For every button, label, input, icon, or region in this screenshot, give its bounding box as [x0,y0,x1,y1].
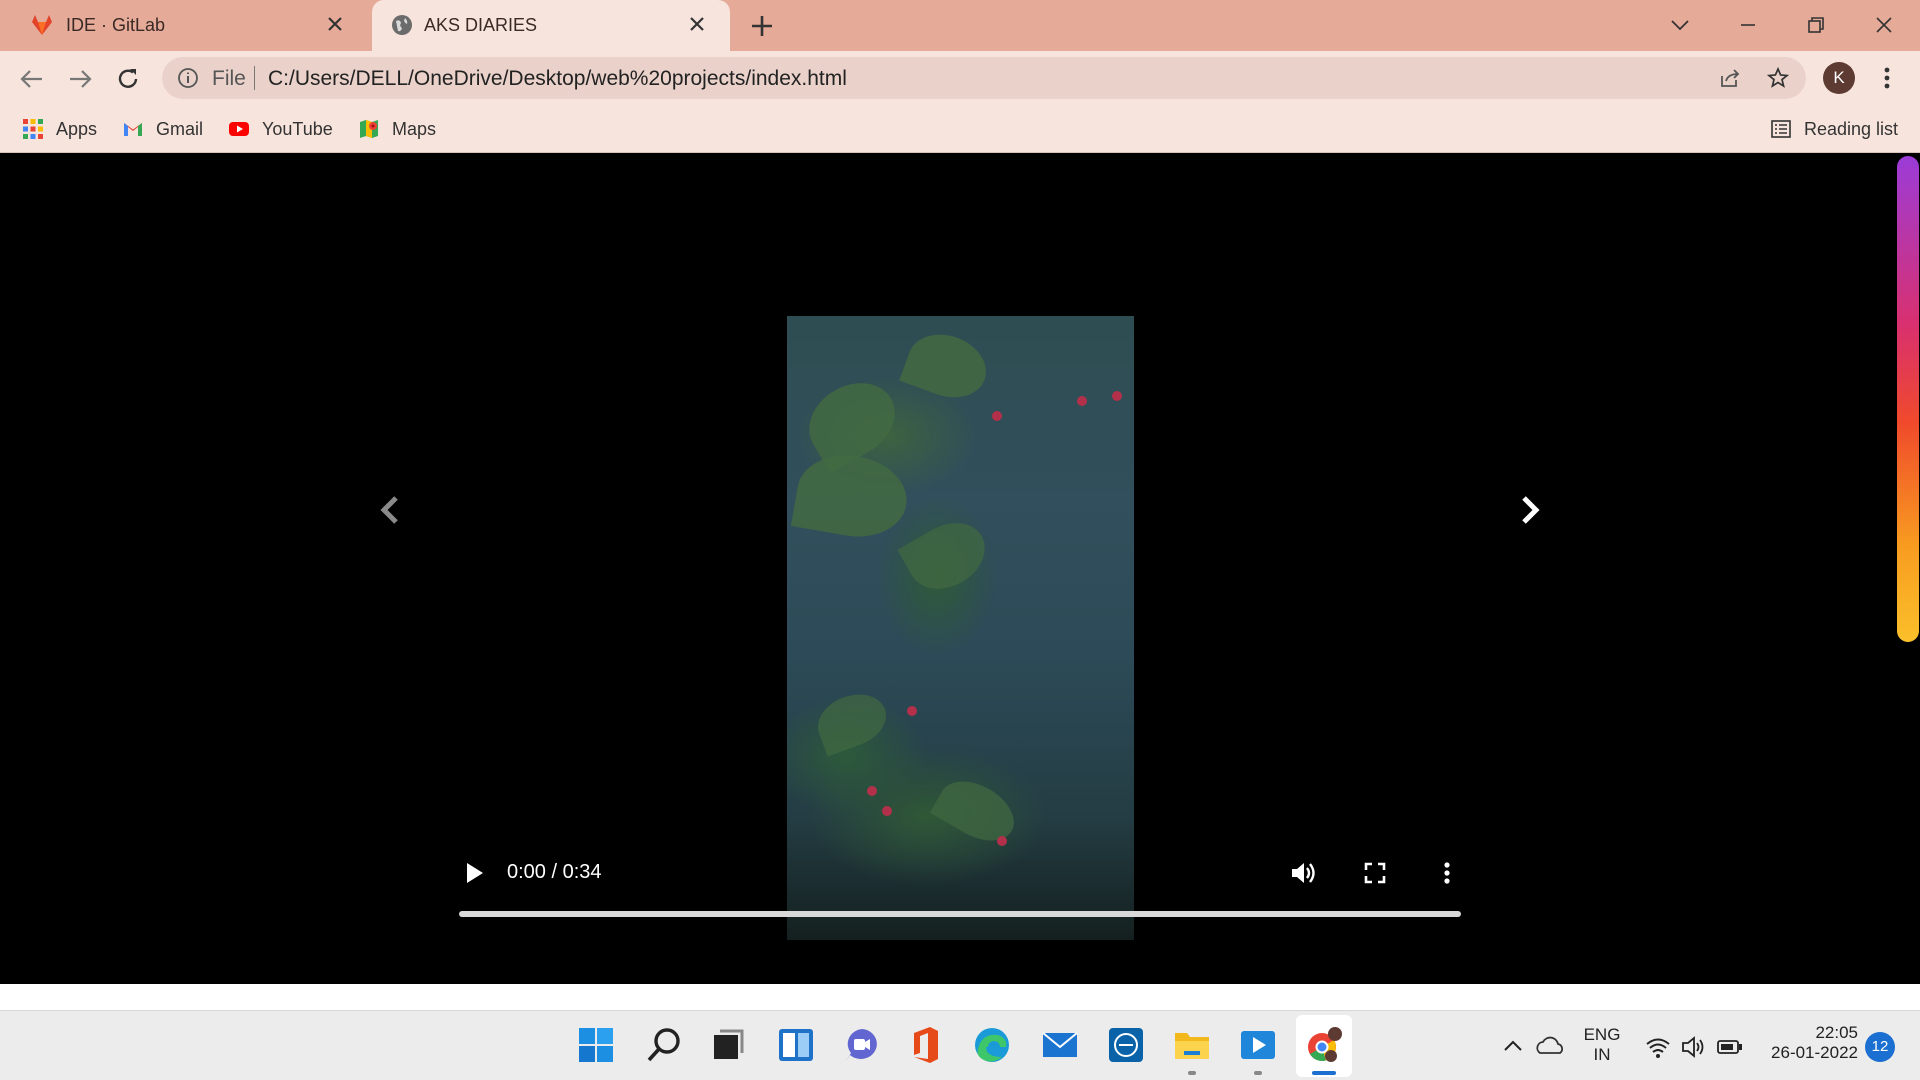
profile-avatar[interactable]: K [1823,62,1855,94]
flower [882,806,892,816]
clock[interactable]: 22:05 26-01-2022 [1758,1023,1858,1063]
leaf [810,685,894,757]
url-text[interactable]: C:/Users/DELL/OneDrive/Desktop/web%20pro… [268,67,847,91]
forward-icon[interactable] [64,63,96,95]
reading-list-icon [1771,120,1791,138]
onedrive-icon[interactable] [1534,1031,1566,1063]
duration: 0:34 [562,861,602,883]
video-frame[interactable] [787,316,1134,940]
back-icon[interactable] [16,63,48,95]
tab-aks-diaries[interactable]: AKS DIARIES [372,0,730,51]
bookmark-youtube[interactable]: YouTube [228,116,333,142]
tab-strip: IDE · GitLab AKS DIARIES [0,0,1920,51]
running-indicator [1188,1071,1196,1075]
page-bottom-strip [0,984,1920,1010]
tab-gitlab[interactable]: IDE · GitLab [0,0,368,51]
bookmark-maps[interactable]: Maps [358,116,436,142]
teams-chat-icon[interactable] [842,1025,882,1065]
flower [992,411,1002,421]
scrollbar-thumb[interactable] [1897,156,1919,642]
dell-icon[interactable] [1106,1025,1146,1065]
bookmark-label: Gmail [156,118,204,139]
leaf [897,510,997,602]
wifi-icon[interactable] [1644,1033,1672,1061]
more-options-icon[interactable] [1873,64,1901,92]
reload-icon[interactable] [112,63,144,95]
share-icon[interactable] [1718,66,1742,90]
leaf [929,769,1025,853]
video-more-options-icon[interactable] [1433,859,1461,887]
running-indicator [1254,1071,1262,1075]
maps-icon [360,120,378,138]
speaker-icon[interactable] [1680,1033,1708,1061]
bookmark-label: Maps [392,118,437,139]
edge-icon[interactable] [972,1025,1012,1065]
leaf [790,447,914,545]
active-indicator [1312,1071,1336,1075]
youtube-icon [229,122,249,136]
bookmark-apps[interactable]: Apps [22,116,97,142]
bookmark-gmail[interactable]: Gmail [122,116,203,142]
bookmarks-bar: Apps Gmail YouTube Maps Reading list [0,105,1920,153]
battery-icon[interactable] [1716,1033,1744,1061]
apps-grid-icon [23,119,43,139]
chrome-icon[interactable] [1304,1025,1344,1065]
close-tab-icon[interactable] [686,13,708,35]
notification-badge[interactable]: 12 [1865,1032,1895,1062]
gmail-icon [124,123,142,136]
flower [1077,396,1087,406]
widgets-icon[interactable] [776,1025,816,1065]
tab-search-icon[interactable] [1665,10,1695,40]
close-window-icon[interactable] [1869,10,1899,40]
time-separator: / [545,861,563,883]
bookmark-label: YouTube [262,118,333,139]
close-tab-icon[interactable] [324,13,346,35]
bookmark-label: Apps [56,118,98,139]
clock-date: 26-01-2022 [1771,1043,1858,1062]
media-player-icon[interactable] [1238,1025,1278,1065]
minimize-icon[interactable] [1733,10,1763,40]
mail-icon[interactable] [1040,1025,1080,1065]
clock-time: 22:05 [1815,1023,1858,1042]
new-tab-icon[interactable] [748,12,776,40]
language-indicator[interactable]: ENG IN [1580,1025,1624,1065]
region-code: IN [1593,1045,1611,1064]
site-info-icon[interactable] [176,66,200,90]
search-icon[interactable] [644,1025,684,1065]
divider [254,66,255,90]
video-controls: 0:00 / 0:34 [455,850,1465,920]
flower [997,836,1007,846]
current-time: 0:00 [507,861,546,883]
flower [907,706,917,716]
play-icon[interactable] [461,860,487,886]
language-code: ENG [1583,1025,1621,1044]
reading-list-label: Reading list [1804,118,1899,139]
restore-icon[interactable] [1801,10,1831,40]
task-view-icon[interactable] [708,1025,748,1065]
leaf [899,324,995,408]
fullscreen-icon[interactable] [1361,859,1389,887]
address-bar[interactable]: File C:/Users/DELL/OneDrive/Desktop/web%… [162,57,1806,99]
flower [867,786,877,796]
start-icon[interactable] [576,1025,616,1065]
chevron-up-icon[interactable] [1500,1033,1526,1059]
flower [1112,391,1122,401]
globe-icon [392,15,412,35]
video-time: 0:00 / 0:34 [507,861,602,884]
reading-list-button[interactable]: Reading list [1770,116,1898,142]
office-icon[interactable] [906,1025,946,1065]
bookmark-star-icon[interactable] [1766,66,1790,90]
video-progress-bar[interactable] [459,911,1461,917]
tab-title: AKS DIARIES [424,15,538,35]
taskbar: ENG IN 22:05 26-01-2022 [0,1010,1920,1080]
file-explorer-icon[interactable] [1172,1025,1212,1065]
scheme-label: File [212,67,246,90]
previous-arrow-icon[interactable] [372,492,408,528]
gitlab-icon [32,15,52,35]
next-arrow-icon[interactable] [1512,492,1548,528]
volume-icon[interactable] [1289,859,1317,887]
tab-title: IDE · GitLab [66,15,166,35]
